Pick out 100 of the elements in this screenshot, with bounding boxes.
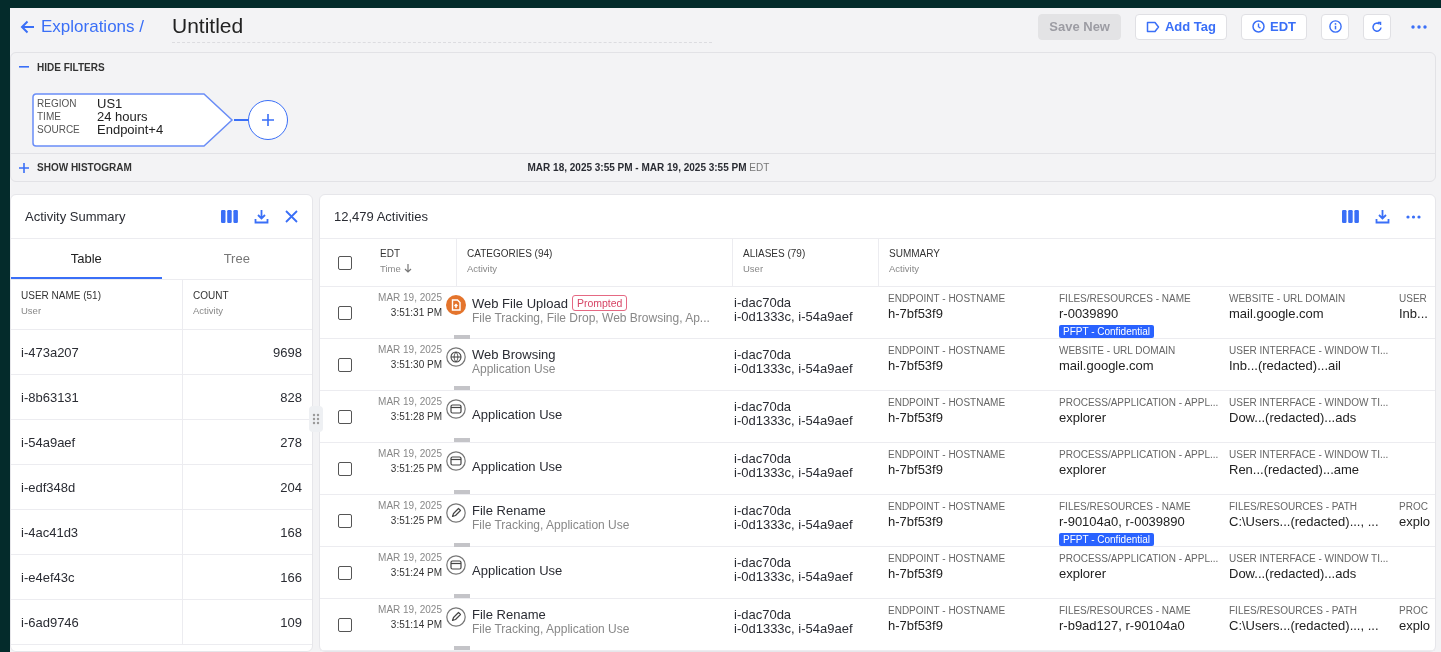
alias-text: i-0d1333c, i-54a9aef (734, 570, 854, 584)
row-indicator (454, 490, 470, 494)
date-text: MAR 19, 2025 (377, 292, 442, 303)
panel-title: Activity Summary (25, 209, 126, 224)
row-checkbox[interactable] (338, 306, 352, 320)
refresh-button[interactable] (1363, 13, 1391, 40)
summary-value: h-7bf53f9 (888, 358, 944, 373)
tag-icon (1145, 20, 1160, 33)
filter-chip[interactable]: REGION US1 TIME 24 hours SOURCE Endpoint+4 (32, 93, 234, 147)
activity-title: Application Use (472, 406, 563, 422)
column-header[interactable]: CATEGORIES (94) (467, 248, 722, 259)
back-arrow-icon (20, 19, 35, 34)
prompted-badge: Prompted (571, 295, 628, 311)
time-range: MAR 18, 2025 3:55 PM - MAR 19, 2025 3:55 PM EDT (527, 162, 771, 173)
view-tab[interactable]: Tree (161, 239, 312, 279)
summary-value: r-b9ad127, r-90104a0 (1059, 618, 1186, 633)
time-text: 3:51:14 PM (389, 619, 442, 630)
summary-label: PROCESS/APPLICATION - APPL... (1059, 397, 1219, 408)
user-name-cell-text: i-473a207 (20, 343, 80, 362)
columns-icon[interactable] (221, 210, 238, 223)
summary-label: FILES/RESOURCES - PATH (1229, 605, 1358, 616)
summary-value: r-90104a0, r-0039890 (1059, 514, 1186, 529)
column-header[interactable]: COUNT (193, 290, 302, 301)
summary-label: ENDPOINT - HOSTNAME (888, 449, 1007, 460)
column-subheader: Activity (467, 263, 499, 274)
show-histogram-toggle[interactable]: SHOW HISTOGRAM (19, 162, 132, 173)
summary-label: WEBSITE - URL DOMAIN (1059, 345, 1177, 356)
columns-icon[interactable] (1342, 210, 1359, 223)
summary-value: mail.google.com (1229, 306, 1325, 321)
column-subheader: User (743, 263, 765, 274)
row-checkbox[interactable] (338, 514, 352, 528)
add-filter-button[interactable] (248, 100, 288, 140)
count-cell: 166 (182, 555, 312, 599)
user-name-cell-text: i-e4ef43c (20, 568, 76, 587)
time-text: 3:51:28 PM (389, 411, 442, 422)
row-checkbox[interactable] (338, 409, 352, 424)
filter-key: TIME (37, 110, 97, 123)
more-icon[interactable] (1406, 214, 1421, 219)
summary-label: ENDPOINT - HOSTNAME (888, 397, 1007, 408)
date-text: MAR 19, 2025 (377, 500, 442, 511)
back-link[interactable]: Explorations / (20, 16, 144, 37)
alias-text: i-0d1333c, i-54a9aef (734, 310, 854, 324)
filter-key: SOURCE (37, 123, 97, 136)
column-header[interactable]: SUMMARY (889, 248, 1425, 259)
summary-label: ENDPOINT - HOSTNAME (888, 345, 1007, 356)
pencil-icon (446, 503, 466, 523)
user-name-cell-text: i-4ac41d3 (20, 523, 80, 542)
row-checkbox[interactable] (338, 461, 352, 476)
summary-value: Inb...(redacted)...ail (1229, 358, 1342, 373)
time-text: 3:51:24 PM (389, 567, 442, 578)
activity-title: Web Browsing (472, 347, 556, 362)
activity-title: File Rename (472, 607, 546, 622)
timezone-button[interactable]: EDT (1241, 13, 1307, 40)
globe-icon (446, 347, 466, 367)
summary-label: USER INTERFACE - WINDOW TI... (1229, 553, 1389, 564)
column-subheader: Time (380, 263, 446, 274)
hide-filters-toggle[interactable]: HIDE FILTERS (19, 61, 105, 73)
column-subheader: User (21, 305, 43, 316)
alias-text: i-0d1333c, i-54a9aef (734, 414, 854, 428)
column-subheader: Activity (193, 305, 225, 316)
view-tab[interactable]: Table (11, 239, 162, 279)
window-icon (446, 399, 466, 419)
summary-label: FILES/RESOURCES - PATH (1229, 501, 1358, 512)
exploration-title[interactable]: Untitled (172, 10, 712, 43)
info-button[interactable] (1321, 13, 1349, 40)
select-all-checkbox[interactable] (338, 255, 352, 270)
summary-label: FILES/RESOURCES - NAME (1059, 293, 1192, 304)
summary-label: ENDPOINT - HOSTNAME (888, 553, 1007, 564)
summary-label: PROCESS/APPLICATION - APPL... (1059, 553, 1219, 564)
minus-icon (19, 66, 29, 68)
summary-value: r-0039890 (1059, 306, 1120, 321)
summary-value: h-7bf53f9 (888, 514, 944, 529)
close-icon[interactable] (285, 210, 298, 223)
summary-value: mail.google.com (1059, 358, 1155, 373)
resize-handle[interactable] (309, 406, 323, 432)
alias-text: i-dac70da (734, 608, 793, 622)
column-header[interactable]: ALIASES (79) (743, 248, 868, 259)
summary-value: C:\Users...(redacted)..., ... (1229, 514, 1380, 529)
alias-text: i-dac70da (734, 556, 793, 570)
column-header[interactable]: EDT (380, 248, 446, 259)
sort-down-icon (403, 264, 412, 273)
alias-text: i-dac70da (734, 452, 793, 466)
add-tag-button[interactable]: Add Tag (1134, 13, 1227, 40)
row-checkbox[interactable] (338, 357, 352, 372)
activity-title: Application Use (472, 458, 563, 474)
row-checkbox[interactable] (338, 617, 352, 632)
count-cell: 109 (182, 600, 312, 644)
time-text: 3:51:25 PM (389, 515, 442, 526)
summary-label: ENDPOINT - HOSTNAME (888, 293, 1007, 304)
filter-value: US1 (97, 97, 124, 110)
info-icon (1328, 20, 1342, 33)
download-icon[interactable] (254, 209, 269, 224)
download-icon[interactable] (1375, 209, 1390, 224)
row-indicator (454, 335, 470, 339)
alias-text: i-dac70da (734, 296, 793, 310)
row-checkbox[interactable] (338, 565, 352, 580)
column-header[interactable]: USER NAME (51) (21, 290, 172, 301)
activity-title: Application Use (472, 562, 563, 578)
summary-value: h-7bf53f9 (888, 618, 944, 633)
user-name-cell-text: i-6ad9746 (20, 613, 80, 632)
